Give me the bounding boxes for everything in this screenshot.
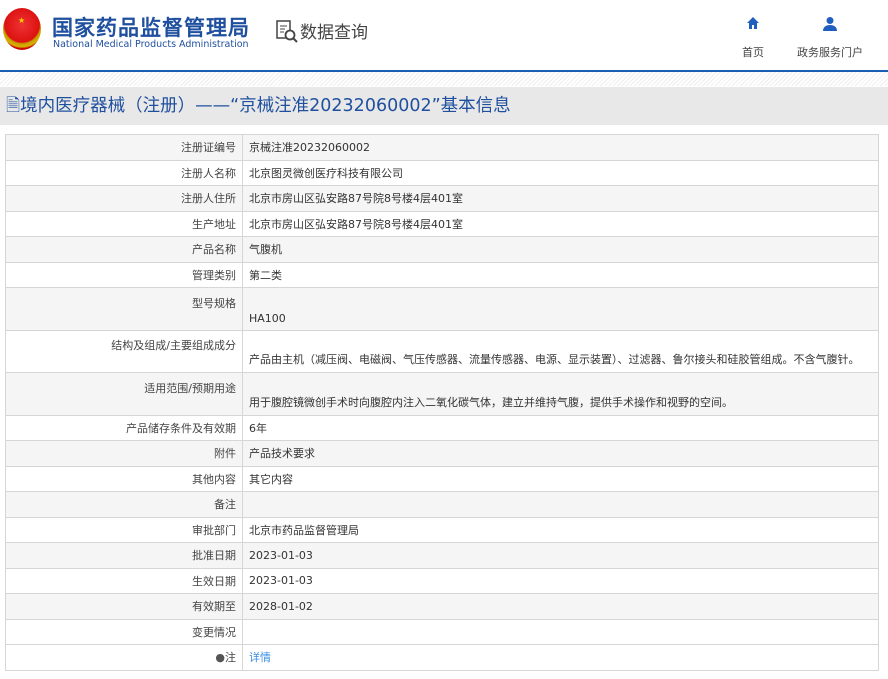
row-label: 批准日期 [5,542,243,569]
national-emblem-logo: ★ [3,8,41,50]
row-label: 变更情况 [5,618,243,645]
table-row: 注册人名称 北京图灵微创医疗科技有限公司 [5,159,879,186]
row-label: 备注 [5,491,243,518]
row-label: 注册人名称 [5,159,243,186]
row-value: 第二类 [242,261,879,288]
details-link[interactable]: 详情 [249,651,271,664]
table-row: 注册证编号 京械注准20232060002 [5,134,879,161]
nav-home-label: 首页 [742,46,764,59]
divider-stripe [0,72,888,86]
row-value: 产品由主机（减压阀、电磁阀、气压传感器、流量传感器、电源、显示装置）、过滤器、鲁… [242,329,879,373]
row-value: 其它内容 [242,465,879,492]
row-label: 型号规格 [5,287,243,331]
page-title-bar: 🗎境内医疗器械（注册）——“京械注准20232060002”基本信息 [0,87,888,125]
nav-home[interactable]: 首页 [730,16,776,60]
table-row: 生产地址 北京市房山区弘安路87号院8号楼4层401室 [5,210,879,237]
table-row: 适用范围/预期用途 用于腹腔镜微创手术时向腹腔内注入二氧化碳气体，建立并维持气腹，… [5,372,879,416]
row-value: 北京市房山区弘安路87号院8号楼4层401室 [242,210,879,237]
logo-subtitle: National Medical Products Administration [53,39,249,50]
table-row: 变更情况 [5,618,879,645]
row-label: 适用范围/预期用途 [5,372,243,416]
row-value: 用于腹腔镜微创手术时向腹腔内注入二氧化碳气体，建立并维持气腹，提供手术操作和视野… [242,372,879,416]
table-row: 结构及组成/主要组成成分 产品由主机（减压阀、电磁阀、气压传感器、流量传感器、电源… [5,329,879,373]
row-value [242,491,879,518]
data-query-heading: 数据查询 [276,18,368,43]
row-value: HA100 [242,287,879,331]
logo-title[interactable]: 国家药品监督管理局 [52,12,250,42]
row-value: 2023-01-03 [242,567,879,594]
table-row: 审批部门 北京市药品监督管理局 [5,516,879,543]
row-label: 管理类别 [5,261,243,288]
row-value: 2028-01-02 [242,593,879,620]
page-title: 境内医疗器械（注册）——“京械注准20232060002”基本信息 [20,96,511,116]
row-value: 2023-01-03 [242,542,879,569]
row-label: 注册人住所 [5,185,243,212]
row-label: 生产地址 [5,210,243,237]
pin-icon: ● [215,651,225,665]
note-label-cell: ●注 [5,644,243,671]
note-label: 注 [225,651,236,665]
table-row: 产品名称 气腹机 [5,236,879,263]
row-label: 审批部门 [5,516,243,543]
row-value: 北京图灵微创医疗科技有限公司 [242,159,879,186]
nav-gov-service[interactable]: 政务服务门户 [795,16,865,60]
row-label: 产品名称 [5,236,243,263]
row-label: 产品储存条件及有效期 [5,414,243,441]
row-label: 结构及组成/主要组成成分 [5,329,243,373]
table-row: 批准日期 2023-01-03 [5,542,879,569]
row-label: 注册证编号 [5,134,243,161]
table-row: 产品储存条件及有效期 6年 [5,414,879,441]
row-value: 产品技术要求 [242,440,879,467]
nav-gov-service-label: 政务服务门户 [797,46,863,59]
home-icon [730,16,776,36]
row-value: 京械注准20232060002 [242,134,879,161]
row-label: 有效期至 [5,593,243,620]
row-value: 北京市药品监督管理局 [242,516,879,543]
row-label: 其他内容 [5,465,243,492]
table-row: 有效期至 2028-01-02 [5,593,879,620]
document-search-icon [276,19,298,43]
row-label: 生效日期 [5,567,243,594]
table-row: 型号规格 HA100 [5,287,879,331]
detail-table: 注册证编号 京械注准20232060002 注册人名称 北京图灵微创医疗科技有限公司注… [5,134,879,671]
document-icon: 🗎 [6,96,21,116]
table-row: 生效日期 2023-01-03 [5,567,879,594]
site-header: ★ 国家药品监督管理局 National Medical Products Ad… [0,0,888,72]
note-value: 详情 [242,644,879,671]
row-label: 附件 [5,440,243,467]
row-value: 气腹机 [242,236,879,263]
row-value: 北京市房山区弘安路87号院8号楼4层401室 [242,185,879,212]
note-row: ●注 详情 [5,644,879,671]
table-row: 注册人住所 北京市房山区弘安路87号院8号楼4层401室 [5,185,879,212]
table-row: 备注 [5,491,879,518]
row-value [242,618,879,645]
row-value: 6年 [242,414,879,441]
table-row: 管理类别 第二类 [5,261,879,288]
user-icon [795,16,865,36]
table-row: 附件 产品技术要求 [5,440,879,467]
table-row: 其他内容 其它内容 [5,465,879,492]
data-query-label: 数据查询 [300,23,368,43]
